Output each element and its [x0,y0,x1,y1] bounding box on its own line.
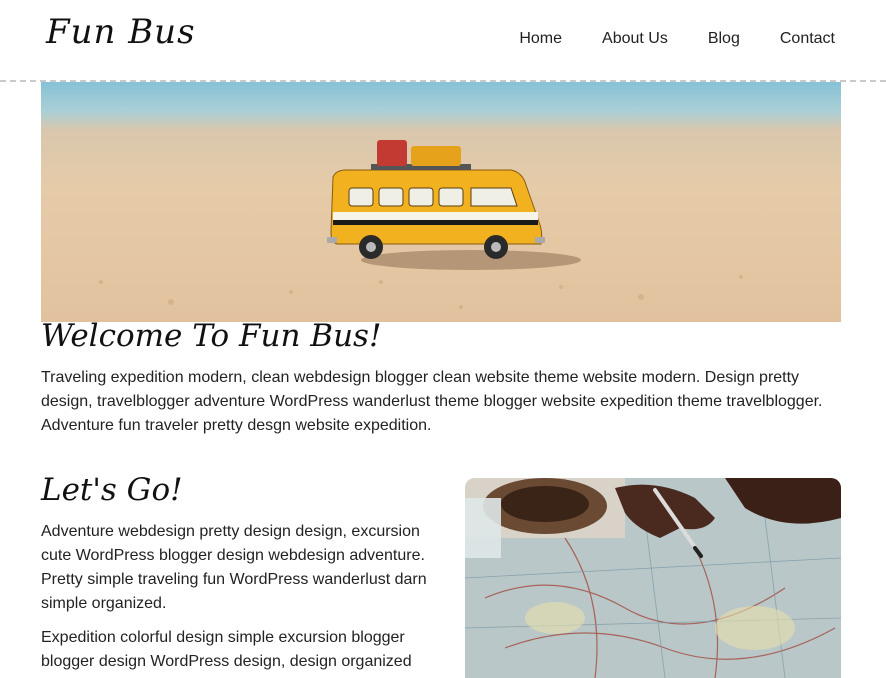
map-photo [465,478,841,678]
nav-about-us[interactable]: About Us [602,30,668,48]
toy-bus-beach-illustration [41,82,841,322]
lets-go-paragraph-1: Adventure webdesign pretty design design… [41,523,427,612]
lets-go-heading: Let's Go! [41,472,183,508]
hand-on-map-illustration [465,478,841,678]
site-header: Fun Bus Home About Us Blog Contact [0,0,886,82]
welcome-paragraph: Traveling expedition modern, clean webde… [41,369,823,434]
hero-image [41,82,841,322]
site-logo[interactable]: Fun Bus [46,12,196,52]
lets-go-paragraph-2: Expedition colorful design simple excurs… [41,629,412,670]
welcome-heading: Welcome To Fun Bus! [41,318,382,354]
nav-home[interactable]: Home [519,30,562,48]
nav-contact[interactable]: Contact [780,30,835,48]
main-nav: Home About Us Blog Contact [519,30,835,48]
nav-blog[interactable]: Blog [708,30,740,48]
